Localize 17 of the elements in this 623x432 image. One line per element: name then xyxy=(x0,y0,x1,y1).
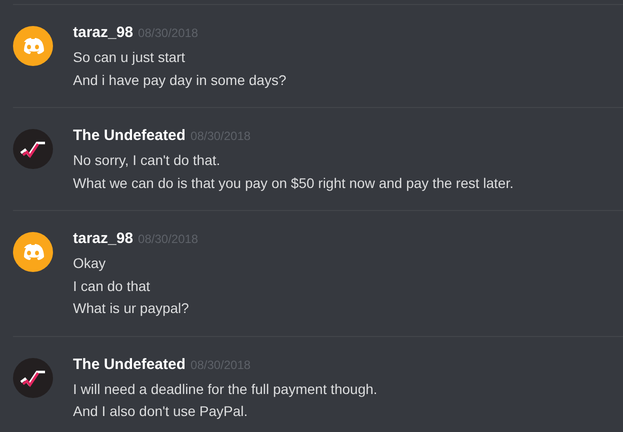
checkmark-logo-avatar-icon xyxy=(13,129,53,169)
author-name[interactable]: taraz_98 xyxy=(73,22,134,44)
message-text: And i have pay day in some days? xyxy=(73,70,286,90)
checkmark-logo-avatar-icon xyxy=(13,358,53,398)
message-text: What we can do is that you pay on $50 right now and pay the rest later. xyxy=(73,174,514,193)
message-text: I will need a deadline for the full payment though. xyxy=(73,380,378,399)
discord-avatar-icon xyxy=(13,26,53,66)
discord-avatar-icon xyxy=(13,232,53,272)
author-name[interactable]: The Undefeated xyxy=(73,125,186,147)
message-text: Okay xyxy=(73,254,107,273)
message-text: I can do that xyxy=(73,276,152,296)
author-name[interactable]: The Undefeated xyxy=(73,354,186,376)
message-text: And I also don't use PayPal. xyxy=(73,402,249,421)
author-name[interactable]: taraz_98 xyxy=(73,228,134,250)
message-text: So can u just start xyxy=(73,48,186,67)
message-text: No sorry, I can't do that. xyxy=(73,151,222,170)
message-text: What is ur paypal? xyxy=(73,299,190,318)
